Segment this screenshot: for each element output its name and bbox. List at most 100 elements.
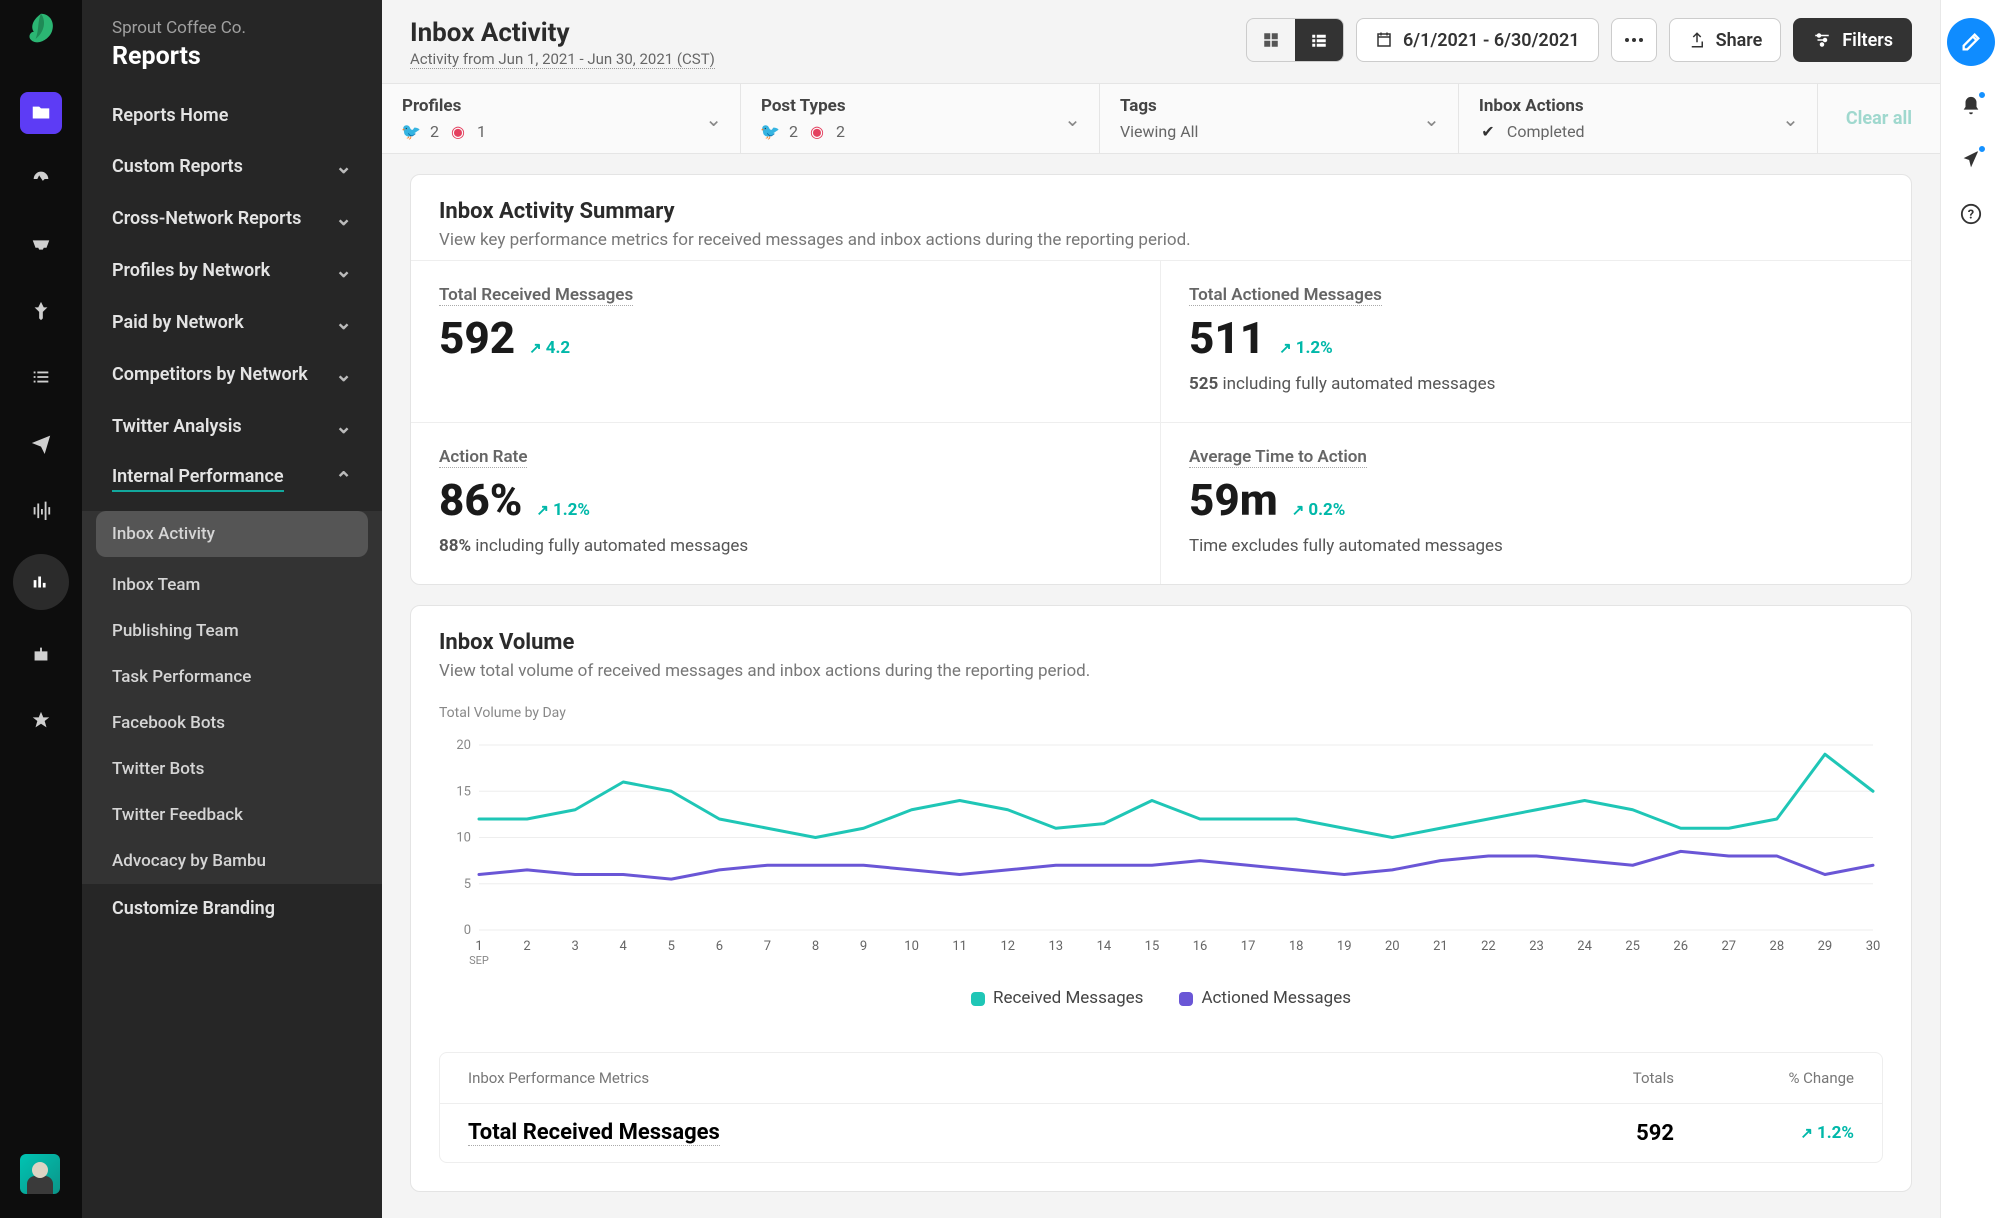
- svg-text:2: 2: [523, 939, 530, 954]
- svg-text:SEP: SEP: [469, 954, 489, 967]
- legend-actioned-dot: [1179, 992, 1193, 1006]
- trend-up-icon: ↗: [1279, 339, 1292, 357]
- filter-post-types[interactable]: Post Types 🐦2 ◉2 ⌄: [741, 84, 1100, 153]
- nav-reports-home[interactable]: Reports Home: [82, 91, 382, 140]
- rail-item-star[interactable]: [20, 700, 62, 742]
- filters-button[interactable]: Filters: [1793, 18, 1912, 62]
- legend-received-dot: [971, 992, 985, 1006]
- calendar-icon: [1375, 31, 1393, 49]
- svg-text:1: 1: [475, 939, 482, 954]
- svg-text:9: 9: [860, 939, 867, 954]
- nav-internal-performance[interactable]: Internal Performance⌃: [82, 452, 382, 506]
- summary-desc: View key performance metrics for receive…: [439, 230, 1883, 250]
- nav-customize-branding[interactable]: Customize Branding: [82, 884, 382, 933]
- rail-item-gauge[interactable]: [20, 158, 62, 200]
- notifications-icon[interactable]: [1957, 92, 1985, 120]
- share-icon: [1688, 31, 1706, 49]
- app-logo[interactable]: [21, 10, 61, 50]
- svg-text:12: 12: [1000, 939, 1015, 954]
- svg-text:22: 22: [1481, 939, 1496, 954]
- svg-text:?: ?: [1967, 208, 1973, 223]
- subnav-publishing-team[interactable]: Publishing Team: [82, 608, 382, 654]
- rail-item-sound[interactable]: [20, 488, 62, 530]
- svg-text:3: 3: [571, 939, 578, 954]
- rail-item-pin[interactable]: [20, 290, 62, 332]
- filter-tags[interactable]: Tags Viewing All ⌄: [1100, 84, 1459, 153]
- svg-text:17: 17: [1241, 939, 1256, 954]
- svg-text:8: 8: [812, 939, 819, 954]
- share-button[interactable]: Share: [1669, 18, 1782, 62]
- page-title: Inbox Activity: [410, 18, 715, 48]
- chevron-down-icon: ⌄: [335, 206, 352, 230]
- rail-item-inbox[interactable]: [20, 224, 62, 266]
- metric-action-rate: Action Rate 86%↗1.2% 88% including fully…: [411, 422, 1161, 584]
- nav-profiles-by-network[interactable]: Profiles by Network⌄: [82, 244, 382, 296]
- rail-item-reports-active[interactable]: [13, 554, 69, 610]
- metric-total-received: Total Received Messages 592↗4.2: [411, 260, 1161, 422]
- user-avatar[interactable]: [20, 1154, 60, 1194]
- summary-card: Inbox Activity Summary View key performa…: [410, 174, 1912, 585]
- help-icon[interactable]: ?: [1957, 200, 1985, 228]
- svg-text:4: 4: [620, 939, 628, 954]
- volume-chart: 0510152012345678910111213141516171819202…: [439, 735, 1883, 970]
- subnav-inbox-activity[interactable]: Inbox Activity: [96, 511, 368, 557]
- compose-button[interactable]: [1947, 18, 1995, 66]
- rail-item-list[interactable]: [20, 356, 62, 398]
- svg-text:20: 20: [456, 738, 471, 753]
- list-view-toggle[interactable]: [1295, 19, 1343, 61]
- svg-text:20: 20: [1385, 939, 1400, 954]
- layout-toggle[interactable]: [1246, 18, 1344, 62]
- reports-sidebar: Sprout Coffee Co. Reports Reports Home C…: [82, 0, 382, 1218]
- grid-view-toggle[interactable]: [1247, 19, 1295, 61]
- page-subtitle: Activity from Jun 1, 2021 - Jun 30, 2021…: [410, 50, 715, 69]
- subnav-advocacy-bambu[interactable]: Advocacy by Bambu: [82, 838, 382, 884]
- rail-item-send[interactable]: [20, 422, 62, 464]
- filter-inbox-actions[interactable]: Inbox Actions ✔Completed ⌄: [1459, 84, 1818, 153]
- subnav-twitter-feedback[interactable]: Twitter Feedback: [82, 792, 382, 838]
- svg-text:0: 0: [464, 923, 471, 938]
- nav-custom-reports[interactable]: Custom Reports⌄: [82, 140, 382, 192]
- trend-up-icon: ↗: [1800, 1124, 1813, 1142]
- chart-legend: Received Messages Actioned Messages: [439, 974, 1883, 1032]
- nav-paid-by-network[interactable]: Paid by Network⌄: [82, 296, 382, 348]
- rail-item-bot[interactable]: [20, 634, 62, 676]
- more-menu-button[interactable]: [1611, 18, 1657, 62]
- table-row: Total Received Messages 592 ↗ 1.2%: [440, 1103, 1882, 1162]
- svg-text:14: 14: [1097, 939, 1112, 954]
- nav-competitors-by-network[interactable]: Competitors by Network⌄: [82, 348, 382, 400]
- subnav-inbox-team[interactable]: Inbox Team: [82, 562, 382, 608]
- subnav-task-performance[interactable]: Task Performance: [82, 654, 382, 700]
- svg-text:24: 24: [1577, 939, 1592, 954]
- chevron-down-icon: ⌄: [705, 107, 722, 131]
- chevron-down-icon: ⌄: [1423, 107, 1440, 131]
- chevron-down-icon: ⌄: [335, 154, 352, 178]
- svg-text:19: 19: [1337, 939, 1352, 954]
- rail-item-folder[interactable]: [20, 92, 62, 134]
- twitter-icon: 🐦: [402, 123, 420, 141]
- twitter-icon: 🐦: [761, 123, 779, 141]
- clear-all-link[interactable]: Clear all: [1818, 84, 1940, 153]
- date-range-button[interactable]: 6/1/2021 - 6/30/2021: [1356, 18, 1599, 62]
- svg-text:15: 15: [456, 784, 471, 799]
- svg-text:25: 25: [1625, 939, 1640, 954]
- nav-cross-network[interactable]: Cross-Network Reports⌄: [82, 192, 382, 244]
- nav-twitter-analysis[interactable]: Twitter Analysis⌄: [82, 400, 382, 452]
- svg-text:5: 5: [668, 939, 675, 954]
- svg-text:5: 5: [464, 877, 471, 892]
- svg-text:16: 16: [1193, 939, 1208, 954]
- chart-subtitle: Total Volume by Day: [439, 691, 1883, 735]
- trend-up-icon: ↗: [536, 501, 549, 519]
- subnav-twitter-bots[interactable]: Twitter Bots: [82, 746, 382, 792]
- svg-text:7: 7: [764, 939, 771, 954]
- svg-text:10: 10: [456, 831, 471, 846]
- subnav-facebook-bots[interactable]: Facebook Bots: [82, 700, 382, 746]
- svg-text:27: 27: [1721, 939, 1736, 954]
- mentions-icon[interactable]: [1957, 146, 1985, 174]
- filter-profiles[interactable]: Profiles 🐦2 ◉1 ⌄: [382, 84, 741, 153]
- chevron-down-icon: ⌄: [335, 414, 352, 438]
- svg-text:29: 29: [1818, 939, 1833, 954]
- metrics-table: Inbox Performance Metrics Totals % Chang…: [439, 1052, 1883, 1163]
- svg-text:21: 21: [1433, 939, 1448, 954]
- check-icon: ✔: [1479, 123, 1497, 141]
- app-rail: [0, 0, 82, 1218]
